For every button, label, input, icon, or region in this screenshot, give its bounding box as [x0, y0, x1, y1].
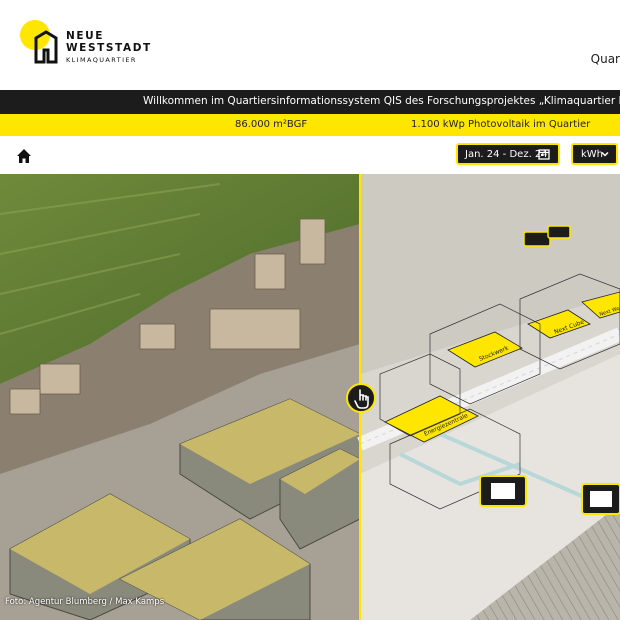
- unit-select[interactable]: kWh: [571, 143, 618, 165]
- before-after-comparison[interactable]: Energiezentrale Stockwerk Next Cube Next…: [0, 174, 620, 620]
- chevron-down-icon: [601, 151, 609, 157]
- logo-house-icon: [34, 30, 58, 64]
- stat-photovoltaics: 1.100 kWp Photovoltaik im Quartier: [411, 119, 591, 130]
- logo-text: NEUE WESTSTADT KLIMAQUARTIER: [66, 30, 152, 65]
- stats-bar: 86.000 m²BGF 1.100 kWp Photovoltaik im Q…: [0, 114, 620, 136]
- calendar-icon: [538, 149, 550, 160]
- hand-pointer-icon: [354, 389, 369, 409]
- logo-line-2: WESTSTADT: [66, 42, 152, 54]
- logo-line-1: NEUE: [66, 30, 105, 42]
- nav-item-quartier[interactable]: Quar: [591, 52, 620, 66]
- aerial-photo-left: [0, 174, 361, 620]
- photo-credit: Foto: Agentur Blumberg / Max Kamps: [5, 597, 165, 607]
- home-icon: [17, 149, 31, 163]
- logo-line-3: KLIMAQUARTIER: [66, 56, 137, 64]
- welcome-text: Willkommen im Quartiersinformationssyste…: [143, 95, 620, 107]
- date-range-button[interactable]: Jan. 24 - Dez. 24: [456, 143, 560, 165]
- logo-neue-weststadt[interactable]: NEUE WESTSTADT KLIMAQUARTIER: [20, 20, 150, 70]
- date-range-label: Jan. 24 - Dez. 24: [465, 148, 548, 160]
- stat-gross-floor-area: 86.000 m²BGF: [235, 119, 308, 130]
- toolbar: Jan. 24 - Dez. 24 kWh: [0, 136, 620, 174]
- site-header: NEUE WESTSTADT KLIMAQUARTIER Quar: [0, 0, 620, 90]
- home-button[interactable]: [14, 146, 34, 166]
- comparison-slider-handle[interactable]: [346, 383, 376, 413]
- welcome-banner: Willkommen im Quartiersinformationssyste…: [0, 90, 620, 114]
- quartier-diagram-right: Energiezentrale Stockwerk Next Cube Next…: [357, 174, 620, 620]
- comparison-scene: Energiezentrale Stockwerk Next Cube Next…: [0, 174, 620, 620]
